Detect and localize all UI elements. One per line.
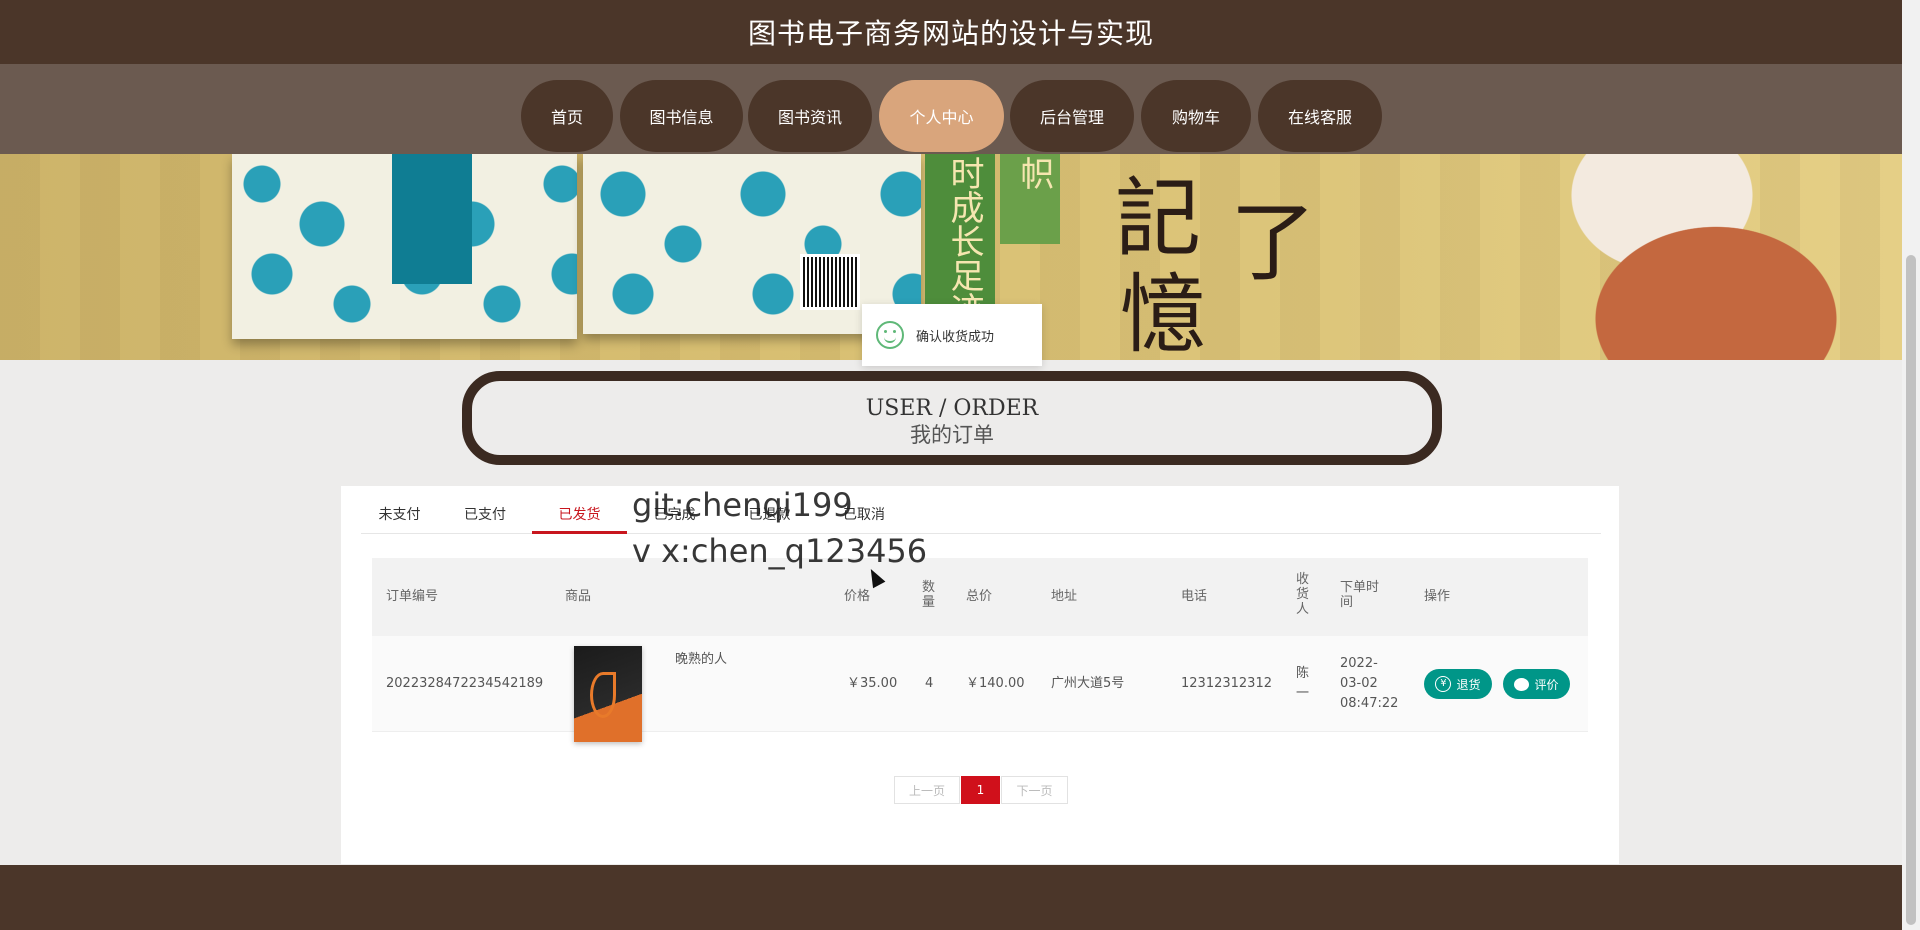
nav-item-book-news[interactable]: 图书资讯: [748, 80, 872, 152]
address-value: 广州大道5号: [1051, 676, 1125, 691]
chat-icon: [1514, 673, 1530, 691]
toast-message: 确认收货成功: [916, 329, 995, 345]
review-button-label: 评价: [1534, 677, 1559, 692]
main-nav: 首页 图书信息 图书资讯 个人中心 后台管理 购物车 在线客服: [0, 64, 1902, 154]
order-status-tabs: 未支付 已支付 已发货 已完成 已退款 已取消: [361, 496, 1601, 534]
col-actions: 操作: [1424, 589, 1451, 604]
phone-value: 12312312312: [1181, 676, 1272, 691]
watermark-line-2: v x:chen_q123456: [632, 532, 928, 570]
yen-icon: ¥: [1435, 676, 1452, 692]
table-row: 2022328472234542189 晚熟的人 ￥35.00 4 ￥140.0…: [372, 636, 1588, 742]
section-header: USER / ORDER 我的订单: [462, 371, 1442, 465]
nav-item-home[interactable]: 首页: [521, 80, 613, 152]
col-phone: 电话: [1181, 589, 1208, 604]
tab-shipped[interactable]: 已发货: [532, 496, 627, 534]
col-price: 价格: [844, 589, 871, 604]
barcode: [800, 254, 860, 310]
watermark-line-1: git:chenqi199: [632, 486, 853, 524]
nav-item-personal-center[interactable]: 个人中心: [879, 80, 1004, 152]
banner-figure: [1500, 154, 1860, 360]
site-title: 图书电子商务网站的设计与实现: [747, 17, 1154, 50]
smile-icon: [876, 321, 904, 349]
section-title-cn: 我的订单: [910, 423, 994, 447]
col-product: 商品: [565, 589, 592, 604]
col-order-no: 订单编号: [386, 589, 439, 604]
order-time-value: 2022- 03-02 08:47:22: [1340, 656, 1399, 711]
product-name[interactable]: 晚熟的人: [675, 650, 727, 670]
banner-calligraphy-3: 憶: [1120, 265, 1206, 360]
scrollbar-thumb[interactable]: [1906, 255, 1916, 925]
col-order-time: 下单时 间: [1340, 580, 1380, 610]
refund-button-label: 退货: [1456, 677, 1481, 692]
nav-item-admin[interactable]: 后台管理: [1010, 80, 1134, 152]
review-button[interactable]: 评价: [1503, 669, 1570, 699]
pagination-next[interactable]: 下一页: [1001, 776, 1068, 804]
nav-item-cart[interactable]: 购物车: [1141, 80, 1251, 152]
banner-vertical-text: 时成长足迹: [944, 156, 984, 326]
success-toast: 确认收货成功: [862, 304, 1042, 366]
section-title-en: USER / ORDER: [865, 396, 1039, 421]
refund-button[interactable]: ¥ 退货: [1424, 669, 1492, 699]
table-header: 订单编号 商品 价格 数 量 总价 地址 电话 收 货 人 下单时 间 操作: [372, 558, 1588, 636]
tab-unpaid[interactable]: 未支付: [361, 496, 438, 534]
nav-item-online-service[interactable]: 在线客服: [1258, 80, 1382, 152]
order-number: 2022328472234542189: [386, 676, 544, 691]
col-quantity: 数 量: [922, 580, 936, 610]
price-value: ￥35.00: [847, 676, 898, 691]
site-footer: [0, 865, 1902, 930]
nav-item-book-info[interactable]: 图书信息: [620, 80, 743, 152]
quantity-value: 4: [925, 676, 934, 691]
banner-vertical-text-2: 帜: [1014, 156, 1054, 190]
tab-paid[interactable]: 已支付: [438, 496, 532, 534]
col-receiver: 收 货 人: [1296, 572, 1310, 617]
total-value: ￥140.00: [966, 676, 1025, 691]
banner-book-cover: [232, 154, 577, 339]
site-header: 图书电子商务网站的设计与实现: [0, 0, 1902, 64]
receiver-value: 陈 一: [1296, 666, 1310, 701]
pagination-page-1[interactable]: 1: [961, 776, 1000, 804]
banner-calligraphy-2: 了: [1230, 193, 1316, 293]
pagination-prev[interactable]: 上一页: [894, 776, 960, 804]
col-address: 地址: [1051, 589, 1078, 604]
col-total: 总价: [966, 589, 993, 604]
orders-panel: 未支付 已支付 已发货 已完成 已退款 已取消 订单编号 商品 价格 数 量 总…: [341, 486, 1619, 864]
product-thumbnail[interactable]: [574, 646, 642, 742]
